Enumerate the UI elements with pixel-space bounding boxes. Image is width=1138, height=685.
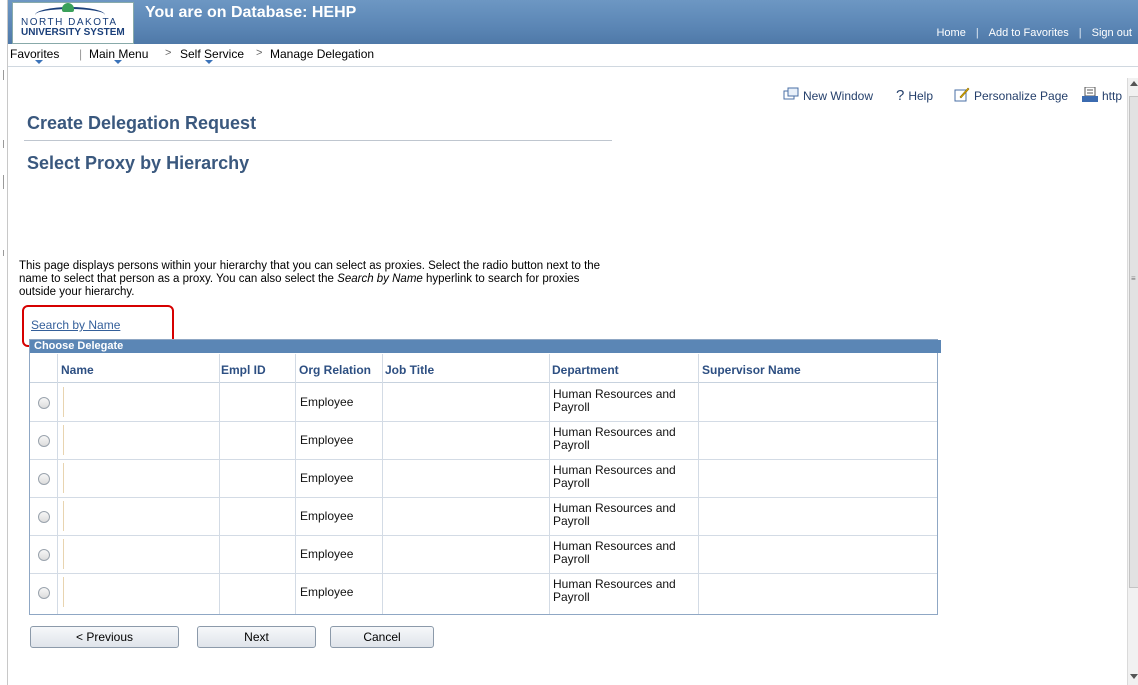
table-row: Employee Human Resources and Payroll (30, 383, 937, 422)
sign-out-link[interactable]: Sign out (1092, 27, 1132, 39)
scroll-grip-icon: ≡ (1131, 274, 1136, 283)
supervisor-cell-redacted (702, 463, 907, 493)
department-cell: Human Resources and Payroll (553, 539, 676, 566)
new-window-link[interactable]: New Window (783, 87, 873, 104)
column-header-job-title[interactable]: Job Title (385, 363, 434, 377)
column-header-org-relation[interactable]: Org Relation (299, 363, 371, 377)
home-link[interactable]: Home (936, 27, 965, 39)
new-window-icon (783, 87, 799, 104)
table-row: Employee Human Resources and Payroll (30, 573, 937, 611)
title-divider (24, 140, 612, 141)
link-separator: | (975, 27, 979, 39)
scrollbar-thumb[interactable] (1129, 96, 1138, 588)
select-proxy-radio[interactable] (38, 473, 50, 485)
org-relation-cell: Employee (300, 585, 354, 599)
header-links: Home | Add to Favorites | Sign out (936, 27, 1132, 39)
table-row: Employee Human Resources and Payroll (30, 459, 937, 498)
org-relation-cell: Employee (300, 471, 354, 485)
breadcrumb-manage-delegation[interactable]: Manage Delegation (270, 47, 374, 61)
favorites-menu[interactable]: Favorites (10, 47, 59, 61)
vertical-scrollbar[interactable]: ≡ (1127, 78, 1138, 685)
help-icon: ? (896, 87, 905, 104)
personalize-icon (954, 87, 970, 105)
help-link[interactable]: ? Help (896, 87, 933, 104)
department-cell: Human Resources and Payroll (553, 501, 676, 528)
breadcrumb-self-service[interactable]: Self Service (180, 47, 244, 61)
department-cell: Human Resources and Payroll (553, 425, 676, 452)
app-header: NORTH DAKOTA UNIVERSITY SYSTEM You are o… (8, 0, 1138, 44)
supervisor-cell-redacted (702, 501, 907, 531)
column-header-supervisor[interactable]: Supervisor Name (702, 363, 801, 377)
supervisor-cell-redacted (702, 425, 907, 455)
name-cell-redacted (63, 425, 192, 455)
select-proxy-radio[interactable] (38, 397, 50, 409)
university-logo[interactable]: NORTH DAKOTA UNIVERSITY SYSTEM (12, 2, 134, 44)
table-row: Employee Human Resources and Payroll (30, 535, 937, 574)
main-menu[interactable]: Main Menu (89, 47, 148, 61)
org-relation-cell: Employee (300, 395, 354, 409)
page-title: Create Delegation Request (27, 113, 257, 133)
supervisor-cell-redacted (702, 539, 907, 569)
window-left-edge (0, 0, 8, 685)
name-cell-redacted (63, 501, 192, 531)
intro-text: This page displays persons within your h… (19, 260, 619, 299)
chevron-down-icon (205, 60, 213, 64)
page-subtitle: Select Proxy by Hierarchy (27, 153, 250, 173)
name-cell-redacted (63, 463, 192, 493)
column-header-name[interactable]: Name (61, 363, 94, 377)
select-proxy-radio[interactable] (38, 511, 50, 523)
table-row: Employee Human Resources and Payroll (30, 421, 937, 460)
column-header-department[interactable]: Department (552, 363, 619, 377)
scroll-down-arrow-icon[interactable] (1130, 674, 1138, 679)
add-to-favorites-link[interactable]: Add to Favorites (989, 27, 1069, 39)
logo-text-line2: UNIVERSITY SYSTEM (21, 27, 125, 38)
select-proxy-radio[interactable] (38, 587, 50, 599)
cancel-button[interactable]: Cancel (330, 626, 434, 648)
name-cell-redacted (63, 577, 192, 607)
help-label: Help (908, 88, 934, 103)
breadcrumb-separator: > (165, 47, 172, 59)
org-relation-cell: Employee (300, 509, 354, 523)
chevron-down-icon (114, 60, 122, 64)
next-button[interactable]: Next (197, 626, 316, 648)
http-label: http (1102, 89, 1123, 103)
new-window-label: New Window (803, 88, 874, 103)
table-row: Employee Human Resources and Payroll (30, 497, 937, 536)
intro-text-italic: Search by Name (337, 273, 423, 285)
org-relation-cell: Employee (300, 547, 354, 561)
department-cell: Human Resources and Payroll (553, 577, 676, 604)
breadcrumb-separator: > (256, 47, 263, 59)
name-cell-redacted (63, 539, 192, 569)
supervisor-cell-redacted (702, 577, 907, 607)
column-header-empl-id[interactable]: Empl ID (221, 363, 266, 377)
http-link[interactable]: http (1082, 86, 1123, 105)
logo-leaf-icon (62, 3, 74, 12)
menu-separator: | (79, 47, 83, 61)
personalize-page-link[interactable]: Personalize Page (954, 87, 1068, 105)
org-relation-cell: Employee (300, 433, 354, 447)
department-cell: Human Resources and Payroll (553, 463, 676, 490)
select-proxy-radio[interactable] (38, 549, 50, 561)
scroll-up-arrow-icon[interactable] (1130, 81, 1138, 86)
menu-bar: Favorites | Main Menu > Self Service > M… (8, 44, 1138, 67)
grid-title: Choose Delegate (30, 340, 941, 353)
supervisor-cell-redacted (702, 387, 907, 417)
delegate-grid: Choose Delegate Name Empl ID Org Relatio… (29, 339, 941, 615)
name-cell-redacted (63, 387, 192, 417)
department-cell: Human Resources and Payroll (553, 387, 676, 414)
chevron-down-icon (35, 60, 43, 64)
grid-header-row: Name Empl ID Org Relation Job Title Depa… (30, 354, 937, 383)
http-icon (1082, 86, 1098, 105)
previous-button[interactable]: < Previous (30, 626, 179, 648)
database-title: You are on Database: HEHP (145, 4, 357, 21)
link-separator: | (1078, 27, 1082, 39)
select-proxy-radio[interactable] (38, 435, 50, 447)
personalize-label: Personalize Page (974, 89, 1069, 103)
